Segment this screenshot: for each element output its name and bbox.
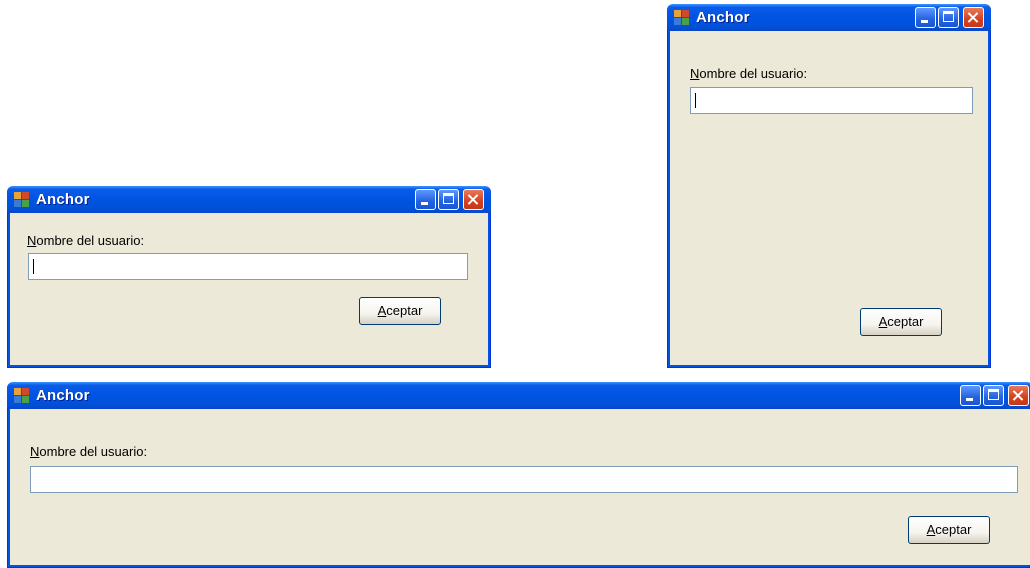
window-title: Anchor bbox=[36, 191, 90, 208]
app-icon[interactable] bbox=[14, 388, 30, 404]
maximize-icon[interactable] bbox=[438, 189, 459, 210]
username-label: Nombre del usuario: bbox=[690, 66, 808, 81]
close-icon[interactable] bbox=[463, 189, 484, 210]
minimize-icon[interactable] bbox=[915, 7, 936, 28]
window-title: Anchor bbox=[696, 9, 750, 26]
window-title: Anchor bbox=[36, 387, 90, 404]
close-icon[interactable] bbox=[963, 7, 984, 28]
accept-button[interactable]: Aceptar bbox=[908, 516, 990, 544]
app-icon[interactable] bbox=[674, 10, 690, 26]
maximize-icon[interactable] bbox=[938, 7, 959, 28]
accept-button[interactable]: Aceptar bbox=[359, 297, 441, 325]
title-bar[interactable]: Anchor bbox=[7, 382, 1030, 409]
client-area: Nombre del usuario: Aceptar bbox=[670, 31, 988, 365]
anchor-window-small: Anchor Nombre del usuario: Aceptar bbox=[7, 186, 491, 368]
title-bar[interactable]: Anchor bbox=[667, 4, 991, 31]
minimize-icon[interactable] bbox=[415, 189, 436, 210]
client-area: Nombre del usuario: Aceptar bbox=[10, 409, 1030, 565]
username-input[interactable] bbox=[30, 466, 1018, 493]
accept-button[interactable]: Aceptar bbox=[860, 308, 942, 336]
client-area: Nombre del usuario: Aceptar bbox=[10, 213, 488, 365]
username-input[interactable] bbox=[28, 253, 468, 280]
close-icon[interactable] bbox=[1008, 385, 1029, 406]
anchor-window-wide: Anchor Nombre del usuario: Aceptar bbox=[7, 382, 1030, 568]
anchor-window-tall: Anchor Nombre del usuario: Aceptar bbox=[667, 4, 991, 368]
username-label: Nombre del usuario: bbox=[30, 444, 148, 459]
username-input[interactable] bbox=[690, 87, 973, 114]
text-caret bbox=[695, 93, 696, 108]
app-icon[interactable] bbox=[14, 192, 30, 208]
minimize-icon[interactable] bbox=[960, 385, 981, 406]
title-bar[interactable]: Anchor bbox=[7, 186, 491, 213]
maximize-icon[interactable] bbox=[983, 385, 1004, 406]
text-caret bbox=[33, 259, 34, 274]
username-label: Nombre del usuario: bbox=[27, 233, 145, 248]
